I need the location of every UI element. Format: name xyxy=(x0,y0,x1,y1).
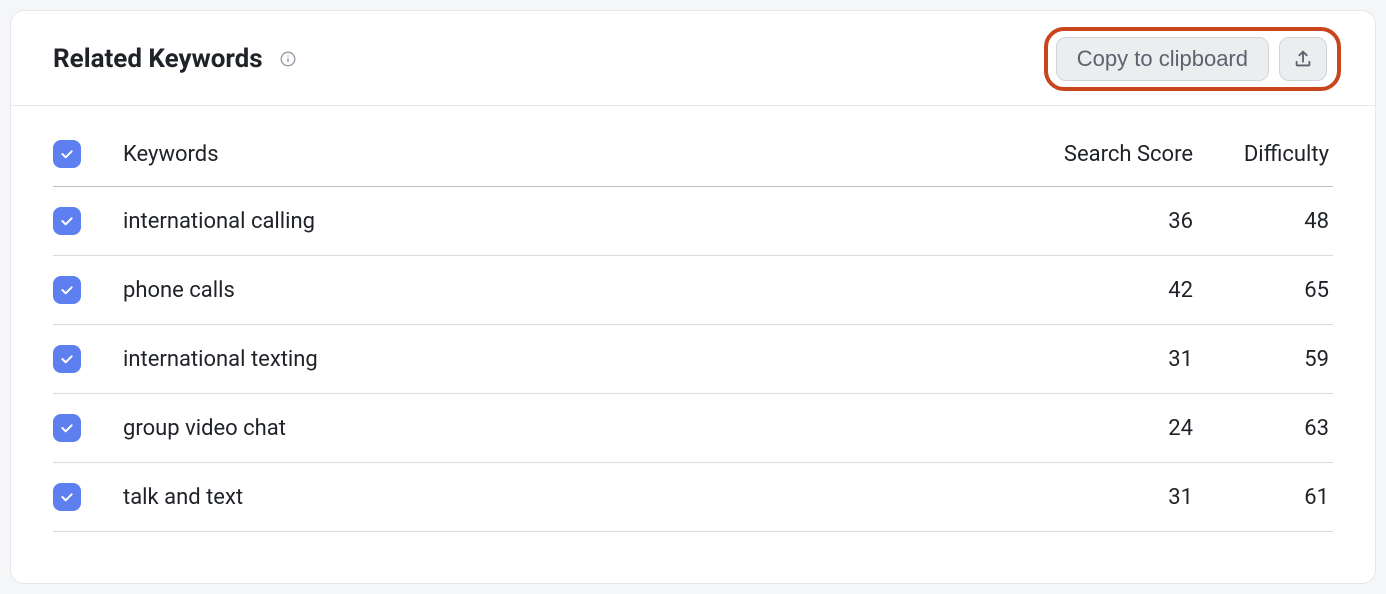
action-cluster-highlight: Copy to clipboard xyxy=(1044,27,1341,91)
cell-search-score: 31 xyxy=(1013,325,1193,394)
row-checkbox[interactable] xyxy=(53,414,81,442)
col-header-difficulty[interactable]: Difficulty xyxy=(1193,136,1333,187)
cell-keyword: phone calls xyxy=(123,256,1013,325)
row-checkbox[interactable] xyxy=(53,483,81,511)
copy-to-clipboard-button[interactable]: Copy to clipboard xyxy=(1056,37,1269,81)
col-header-keywords[interactable]: Keywords xyxy=(123,136,1013,187)
cell-keyword: international calling xyxy=(123,187,1013,256)
cell-keyword: international texting xyxy=(123,325,1013,394)
cell-difficulty: 59 xyxy=(1193,325,1333,394)
row-checkbox[interactable] xyxy=(53,345,81,373)
keywords-table: Keywords Search Score Difficulty interna… xyxy=(53,136,1333,532)
col-header-search-score[interactable]: Search Score xyxy=(1013,136,1193,187)
cell-search-score: 42 xyxy=(1013,256,1193,325)
cell-difficulty: 48 xyxy=(1193,187,1333,256)
row-checkbox[interactable] xyxy=(53,207,81,235)
export-icon xyxy=(1292,48,1314,70)
table-row: international texting3159 xyxy=(53,325,1333,394)
related-keywords-panel: Related Keywords Copy to clipboard xyxy=(10,10,1376,584)
table-header-row: Keywords Search Score Difficulty xyxy=(53,136,1333,187)
cell-keyword: talk and text xyxy=(123,463,1013,532)
table-row: international calling3648 xyxy=(53,187,1333,256)
table-scroll-container[interactable]: Keywords Search Score Difficulty interna… xyxy=(11,106,1375,583)
select-all-checkbox[interactable] xyxy=(53,140,81,168)
info-icon[interactable] xyxy=(277,48,299,70)
cell-search-score: 24 xyxy=(1013,394,1193,463)
cell-keyword: group video chat xyxy=(123,394,1013,463)
copy-to-clipboard-label: Copy to clipboard xyxy=(1077,48,1248,70)
cell-difficulty: 65 xyxy=(1193,256,1333,325)
panel-title: Related Keywords xyxy=(53,44,263,74)
export-button[interactable] xyxy=(1279,37,1327,81)
table-row: group video chat2463 xyxy=(53,394,1333,463)
row-checkbox[interactable] xyxy=(53,276,81,304)
cell-difficulty: 61 xyxy=(1193,463,1333,532)
cell-difficulty: 63 xyxy=(1193,394,1333,463)
table-row: phone calls4265 xyxy=(53,256,1333,325)
table-row: talk and text3161 xyxy=(53,463,1333,532)
panel-header: Related Keywords Copy to clipboard xyxy=(11,11,1375,106)
cell-search-score: 31 xyxy=(1013,463,1193,532)
cell-search-score: 36 xyxy=(1013,187,1193,256)
